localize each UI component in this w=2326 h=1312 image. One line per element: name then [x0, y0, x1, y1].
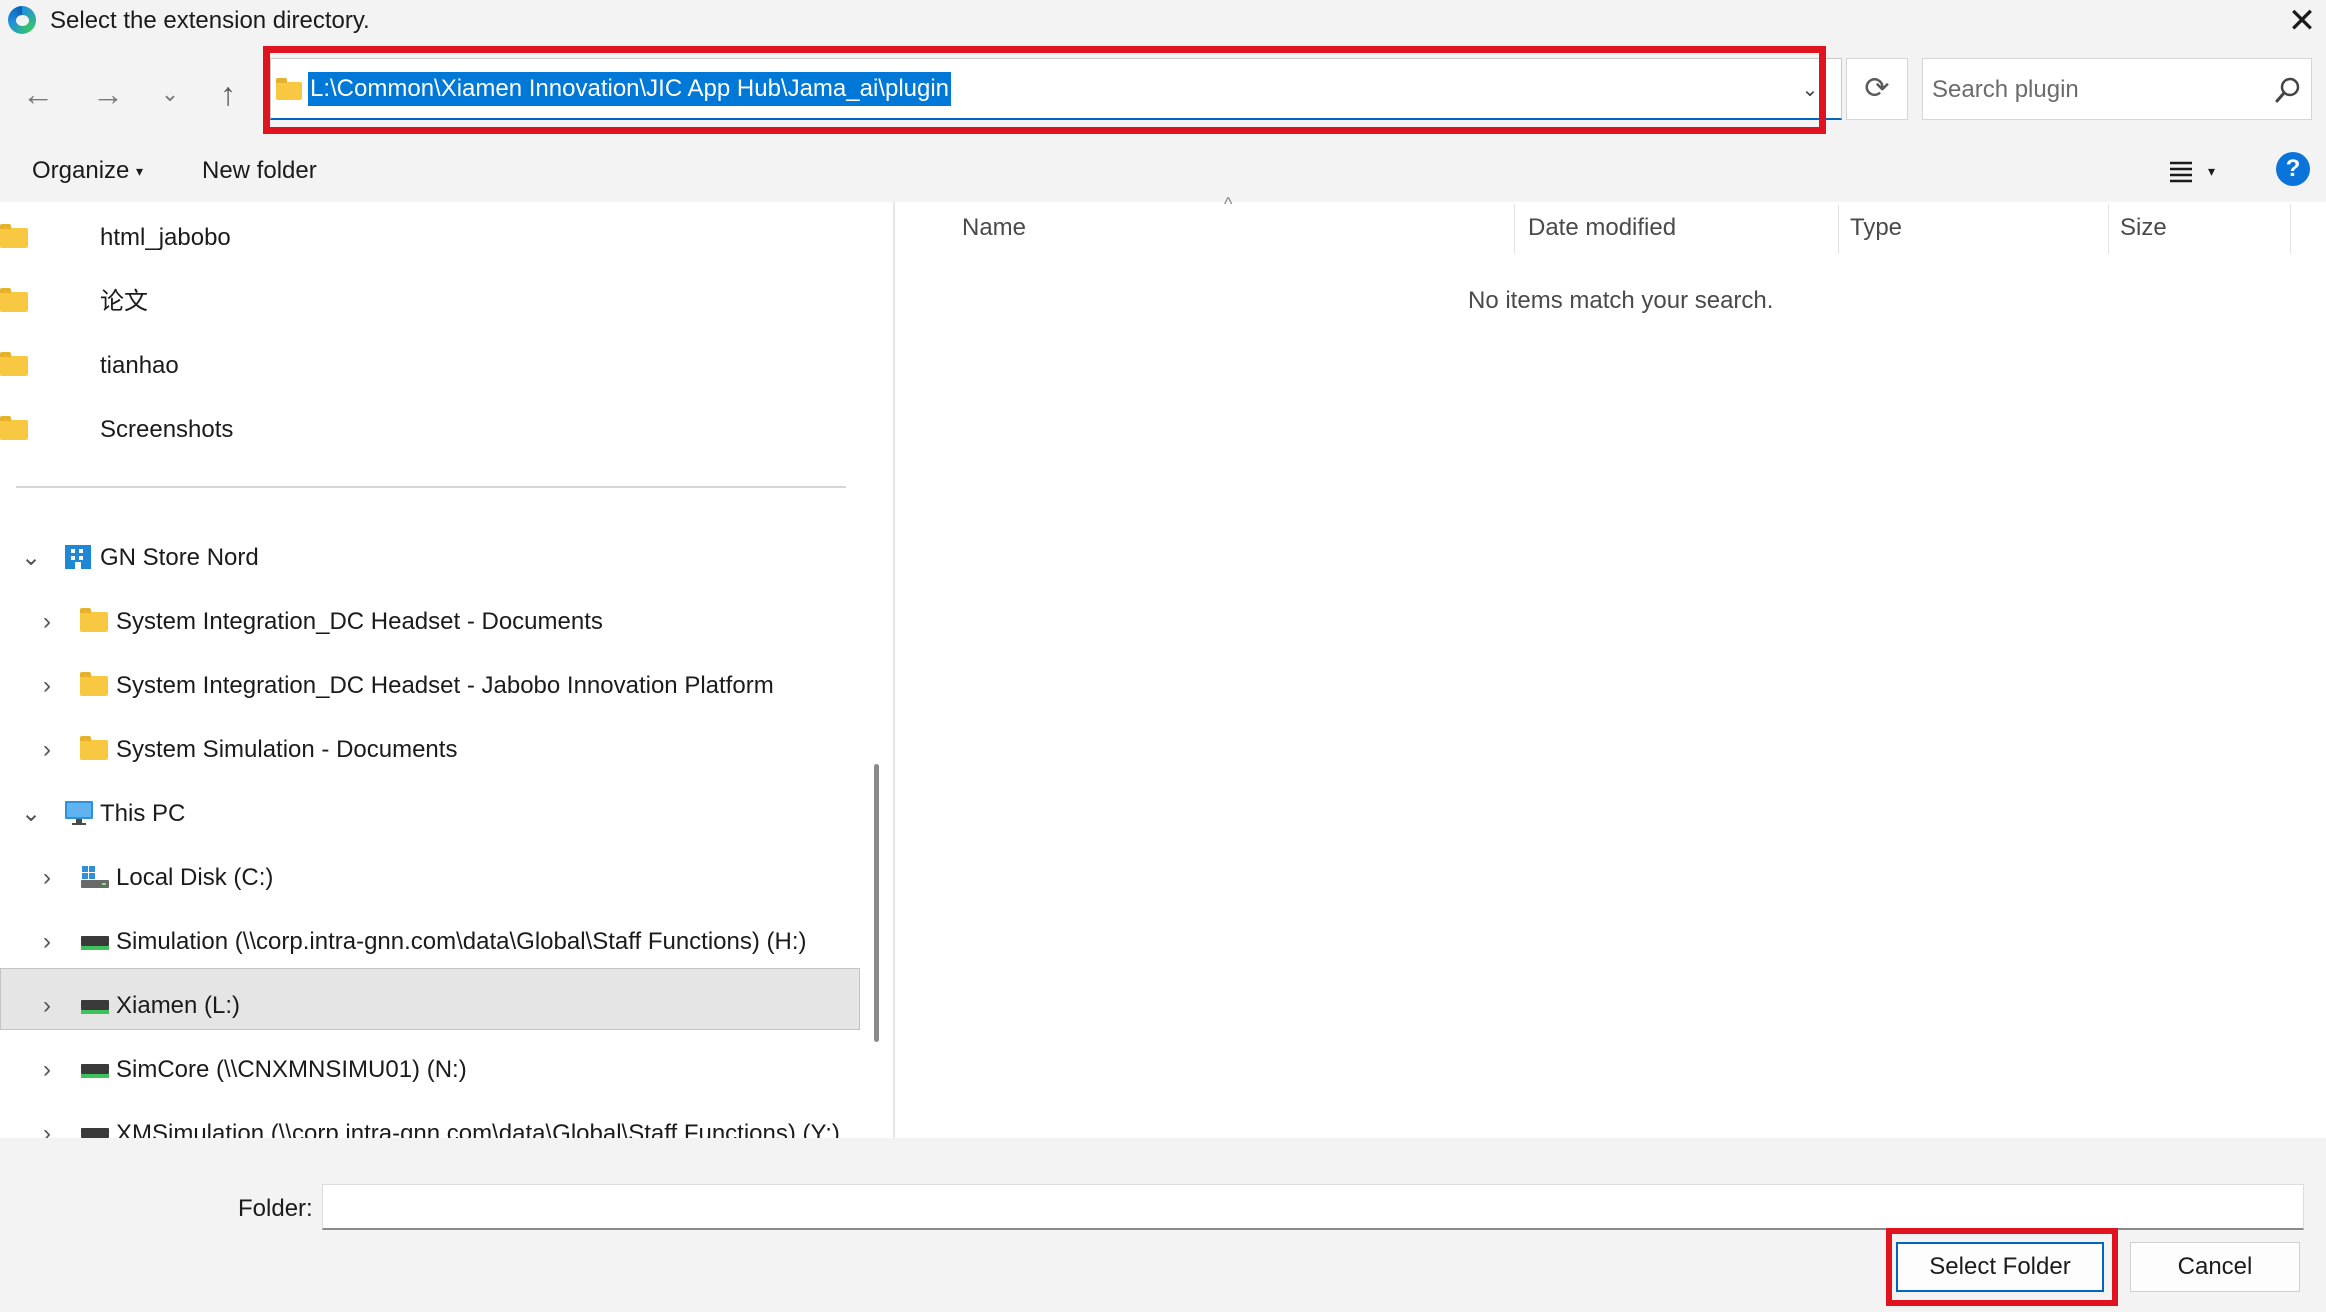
network-drive-icon: [80, 1120, 109, 1138]
command-bar: [0, 140, 2326, 202]
column-divider[interactable]: [1514, 204, 1515, 254]
tree-item-si-dc-headset-jabobo[interactable]: › System Integration_DC Headset - Jabobo…: [0, 656, 860, 716]
folder-name-input[interactable]: [322, 1184, 2304, 1230]
chevron-down-icon[interactable]: ⌄: [16, 542, 46, 574]
cancel-button[interactable]: Cancel: [2130, 1242, 2300, 1292]
tree-item-simcore-n[interactable]: › SimCore (\\CNXMNSIMU01) (N:): [0, 1040, 860, 1100]
back-button[interactable]: ←: [16, 74, 60, 114]
tree-item-label: System Integration_DC Headset - Document…: [116, 608, 603, 635]
tree-item-this-pc[interactable]: ⌄ This PC: [0, 784, 860, 844]
monitor-icon: [64, 800, 93, 825]
tree-item-xiamen-l[interactable]: › Xiamen (L:): [0, 976, 860, 1036]
chevron-right-icon[interactable]: ›: [32, 734, 62, 766]
tree-item-xmsimulation-y[interactable]: › XMSimulation (\\corp.intra-gnn.com\dat…: [0, 1104, 860, 1138]
navigation-pane-scrollbar[interactable]: [874, 764, 879, 1042]
address-highlight-box: [263, 46, 1826, 134]
chevron-right-icon[interactable]: ›: [32, 990, 62, 1022]
pane-splitter[interactable]: [893, 202, 895, 1138]
tree-item-gn-store-nord[interactable]: ⌄ GN Store Nord: [0, 528, 860, 588]
tree-item-label: This PC: [100, 800, 186, 827]
building-icon: [64, 544, 92, 569]
navigation-pane[interactable]: html_jabobo 论文 tianhao Screenshots ⌄ GN …: [0, 202, 893, 1138]
close-button[interactable]: ✕: [2282, 2, 2322, 40]
file-list-pane[interactable]: [893, 202, 2326, 1138]
local-disk-icon: [80, 864, 109, 888]
tree-item-system-simulation-documents[interactable]: › System Simulation - Documents: [0, 720, 860, 780]
tree-item-label: XMSimulation (\\corp.intra-gnn.com\data\…: [116, 1120, 840, 1138]
tree-item-label: 论文: [100, 288, 148, 315]
up-button[interactable]: ↑: [206, 74, 250, 114]
refresh-button[interactable]: ⟳: [1846, 58, 1908, 120]
chevron-right-icon[interactable]: ›: [32, 1054, 62, 1086]
tree-item-lunwen[interactable]: 论文: [0, 272, 860, 332]
organize-button[interactable]: Organize: [32, 154, 129, 188]
tree-divider: [16, 486, 846, 488]
tree-item-local-disk-c[interactable]: › Local Disk (C:): [0, 848, 860, 908]
forward-button[interactable]: →: [86, 74, 130, 114]
search-input[interactable]: Search plugin: [1932, 74, 2252, 106]
organize-caret-icon[interactable]: ▾: [136, 154, 143, 188]
tree-item-label: System Integration_DC Headset - Jabobo I…: [116, 672, 774, 699]
chevron-right-icon[interactable]: ›: [32, 926, 62, 958]
new-folder-button[interactable]: New folder: [202, 154, 317, 188]
view-options-icon[interactable]: [2160, 154, 2200, 188]
chevron-right-icon[interactable]: ›: [32, 1118, 62, 1138]
tree-item-label: Xiamen (L:): [116, 992, 241, 1019]
view-caret-icon[interactable]: ▾: [2208, 154, 2215, 188]
recent-locations-button[interactable]: ⌄: [148, 74, 192, 114]
column-divider[interactable]: [1838, 204, 1839, 254]
help-button[interactable]: ?: [2276, 152, 2310, 186]
chevron-right-icon[interactable]: ›: [32, 606, 62, 638]
dialog-title: Select the extension directory.: [50, 7, 370, 34]
folder-icon: [0, 224, 28, 248]
edge-app-icon: [8, 6, 36, 34]
chevron-down-icon[interactable]: ⌄: [16, 798, 46, 830]
tree-item-simulation-h[interactable]: › Simulation (\\corp.intra-gnn.com\data\…: [0, 912, 860, 972]
column-header-date-modified[interactable]: Date modified: [1528, 210, 1676, 246]
folder-label: Folder:: [238, 1195, 313, 1222]
tree-item-label: SimCore (\\CNXMNSIMU01) (N:): [116, 1056, 467, 1083]
folder-icon: [80, 608, 108, 632]
column-header-name[interactable]: Name: [962, 210, 1026, 246]
network-drive-icon: [80, 992, 109, 1016]
tree-item-tianhao[interactable]: tianhao: [0, 336, 860, 396]
column-divider[interactable]: [2108, 204, 2109, 254]
tree-item-label: Local Disk (C:): [116, 864, 274, 891]
chevron-right-icon[interactable]: ›: [32, 670, 62, 702]
select-folder-highlight-box: [1886, 1228, 2118, 1306]
column-divider[interactable]: [2290, 204, 2291, 254]
tree-item-screenshots[interactable]: Screenshots: [0, 400, 860, 460]
chevron-right-icon[interactable]: ›: [32, 862, 62, 894]
folder-icon: [0, 288, 28, 312]
empty-search-message: No items match your search.: [1468, 287, 1774, 314]
network-drive-icon: [80, 928, 109, 952]
tree-item-label: GN Store Nord: [100, 544, 259, 571]
column-header-type[interactable]: Type: [1850, 210, 1902, 246]
folder-icon: [0, 352, 28, 376]
folder-icon: [80, 736, 108, 760]
tree-item-label: System Simulation - Documents: [116, 736, 458, 763]
column-header-size[interactable]: Size: [2120, 210, 2167, 246]
folder-icon: [80, 672, 108, 696]
tree-item-si-dc-headset-documents[interactable]: › System Integration_DC Headset - Docume…: [0, 592, 860, 652]
tree-item-label: Screenshots: [100, 416, 234, 443]
network-drive-icon: [80, 1056, 109, 1080]
search-icon[interactable]: [2272, 74, 2304, 106]
tree-item-html-jabobo[interactable]: html_jabobo: [0, 208, 860, 268]
tree-item-label: Simulation (\\corp.intra-gnn.com\data\Gl…: [116, 928, 807, 955]
tree-item-label: html_jabobo: [100, 224, 231, 251]
sort-ascending-icon: ^: [1224, 194, 1233, 214]
tree-item-label: tianhao: [100, 352, 179, 379]
folder-icon: [0, 416, 28, 440]
